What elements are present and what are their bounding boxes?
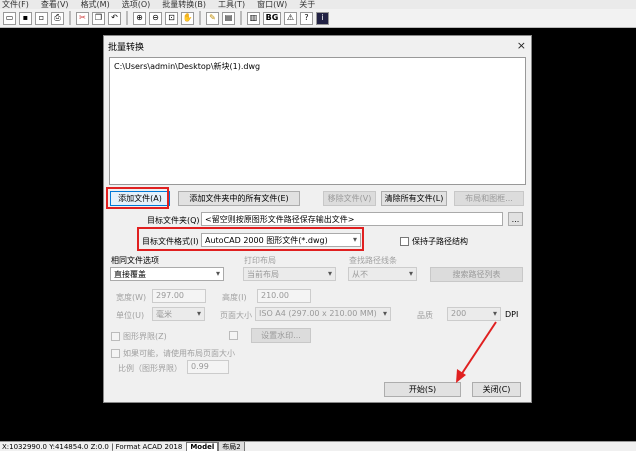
- zoom-window-icon[interactable]: ⊡: [165, 11, 178, 25]
- pan-icon[interactable]: ✋: [181, 11, 194, 25]
- status-bar: X:1032990.0 Y:414854.0 Z:0.0 | Format AC…: [0, 441, 636, 451]
- dpi-label: DPI: [505, 310, 519, 319]
- target-folder-label: 目标文件夹(Q): [147, 216, 200, 225]
- unit-value: 毫米: [156, 310, 172, 319]
- layer-icon[interactable]: ✎: [206, 11, 219, 25]
- quality-label: 品质: [417, 311, 433, 320]
- width-input[interactable]: 297.00: [152, 289, 206, 303]
- checkbox-box[interactable]: [400, 237, 409, 246]
- page-size-label: 页面大小: [220, 311, 252, 320]
- browse-button[interactable]: ...: [508, 212, 523, 226]
- width-label: 宽度(W): [116, 293, 147, 302]
- info-icon[interactable]: i: [316, 11, 329, 25]
- list-item[interactable]: C:\Users\admin\Desktop\新块(1).dwg: [114, 61, 521, 72]
- drawing-bounds-checkbox[interactable]: 图形界限(Z): [111, 331, 167, 342]
- same-file-label: 相同文件选项: [111, 256, 159, 265]
- save-icon[interactable]: ▪: [19, 11, 32, 25]
- batch-convert-dialog: 批量转换 × C:\Users\admin\Desktop\新块(1).dwg …: [103, 35, 532, 403]
- watermark-checkbox[interactable]: [229, 331, 238, 340]
- menu-file[interactable]: 文件(F): [2, 0, 29, 9]
- menu-tools[interactable]: 工具(T): [218, 0, 245, 9]
- status-coords: X:1032990.0 Y:414854.0 Z:0.0 | Format AC…: [2, 442, 183, 451]
- toolbar-separator: [240, 11, 242, 25]
- print-layout-select[interactable]: 当前布局 ▾: [243, 267, 336, 281]
- chevron-down-icon: ▾: [492, 309, 497, 318]
- checkbox-box[interactable]: [111, 332, 120, 341]
- use-layout-size-checkbox[interactable]: 如果可能，请使用布局页面大小: [111, 348, 235, 359]
- scale-label: 比例（图形界限）: [118, 364, 182, 373]
- zoom-in-icon[interactable]: ⊕: [133, 11, 146, 25]
- find-path-select[interactable]: 从不 ▾: [348, 267, 417, 281]
- unit-label: 单位(U): [116, 311, 145, 320]
- keep-path-label: 保持子路径结构: [412, 237, 468, 246]
- save-as-icon[interactable]: ▫: [35, 11, 48, 25]
- same-file-select[interactable]: 直接覆盖 ▾: [110, 267, 224, 281]
- checkbox-box[interactable]: [229, 331, 238, 340]
- height-label: 高度(I): [222, 293, 247, 302]
- checkbox-box[interactable]: [111, 349, 120, 358]
- layout-frame-button[interactable]: 布局和图框...: [454, 191, 524, 206]
- tab-model[interactable]: Model: [186, 442, 219, 451]
- chevron-down-icon: ▾: [196, 309, 201, 318]
- chevron-down-icon: ▾: [215, 269, 220, 278]
- toolbar-separator: [69, 11, 71, 25]
- print-layout-value: 当前布局: [247, 270, 279, 279]
- menu-batch-convert[interactable]: 批量转换(B): [162, 0, 206, 9]
- copy-icon[interactable]: ❐: [92, 11, 105, 25]
- chevron-down-icon: ▾: [327, 269, 332, 278]
- search-paths-button[interactable]: 搜索路径列表: [430, 267, 523, 282]
- print-layout-label: 打印布局: [244, 256, 276, 265]
- same-file-value: 直接覆盖: [114, 270, 146, 279]
- scale-input[interactable]: 0.99: [187, 360, 229, 374]
- height-input[interactable]: 210.00: [257, 289, 311, 303]
- menubar: 文件(F) 查看(V) 格式(M) 选项(O) 批量转换(B) 工具(T) 窗口…: [0, 0, 636, 9]
- target-folder-input[interactable]: <留空则按原图形文件路径保存输出文件>: [201, 212, 503, 226]
- undo-icon[interactable]: ↶: [108, 11, 121, 25]
- warning-icon[interactable]: ⚠: [284, 11, 297, 25]
- toolbar-separator: [199, 11, 201, 25]
- page-size-select[interactable]: ISO A4 (297.00 x 210.00 MM) ▾: [255, 307, 391, 321]
- highlight-target-format: [137, 227, 364, 251]
- drawing-bounds-label: 图形界限(Z): [123, 332, 167, 341]
- page-size-value: ISO A4 (297.00 x 210.00 MM): [259, 309, 377, 318]
- quality-select[interactable]: 200 ▾: [447, 307, 501, 321]
- toolbar: ▭ ▪ ▫ ⎙ ✂ ❐ ↶ ⊕ ⊖ ⊡ ✋ ✎ ▤ ▥ BG ⚠ ? i: [0, 9, 636, 28]
- menu-options[interactable]: 选项(O): [122, 0, 151, 9]
- tab-layout2[interactable]: 布局2: [218, 442, 245, 451]
- folder-open-icon[interactable]: ▭: [3, 11, 16, 25]
- bg-icon[interactable]: BG: [263, 11, 281, 25]
- cut-icon[interactable]: ✂: [76, 11, 89, 25]
- dialog-title: 批量转换: [108, 43, 145, 53]
- close-button[interactable]: 关闭(C): [472, 382, 521, 397]
- print-icon[interactable]: ⎙: [51, 11, 64, 25]
- add-folder-files-button[interactable]: 添加文件夹中的所有文件(E): [178, 191, 300, 206]
- layout-icon[interactable]: ▥: [247, 11, 260, 25]
- close-icon[interactable]: ×: [517, 39, 526, 52]
- find-path-label: 查找路径线条: [349, 256, 397, 265]
- file-list[interactable]: C:\Users\admin\Desktop\新块(1).dwg: [109, 57, 526, 185]
- unit-select[interactable]: 毫米 ▾: [152, 307, 205, 321]
- find-path-value: 从不: [352, 270, 368, 279]
- keep-path-checkbox[interactable]: 保持子路径结构: [400, 236, 468, 247]
- toolbar-separator: [126, 11, 128, 25]
- chevron-down-icon: ▾: [408, 269, 413, 278]
- quality-value: 200: [451, 309, 467, 318]
- menu-view[interactable]: 查看(V): [41, 0, 69, 9]
- use-layout-size-label: 如果可能，请使用布局页面大小: [123, 349, 235, 358]
- help-icon[interactable]: ?: [300, 11, 313, 25]
- menu-about[interactable]: 关于: [299, 0, 315, 9]
- chevron-down-icon: ▾: [382, 309, 387, 318]
- start-button[interactable]: 开始(S): [384, 382, 461, 397]
- zoom-out-icon[interactable]: ⊖: [149, 11, 162, 25]
- menu-format[interactable]: 格式(M): [81, 0, 110, 9]
- clear-files-button[interactable]: 清除所有文件(L): [381, 191, 447, 206]
- menu-window[interactable]: 窗口(W): [257, 0, 287, 9]
- highlight-add-file: [106, 187, 169, 209]
- set-watermark-button[interactable]: 设置水印...: [251, 328, 311, 343]
- remove-file-button[interactable]: 移除文件(V): [323, 191, 376, 206]
- print-icon-2[interactable]: ▤: [222, 11, 235, 25]
